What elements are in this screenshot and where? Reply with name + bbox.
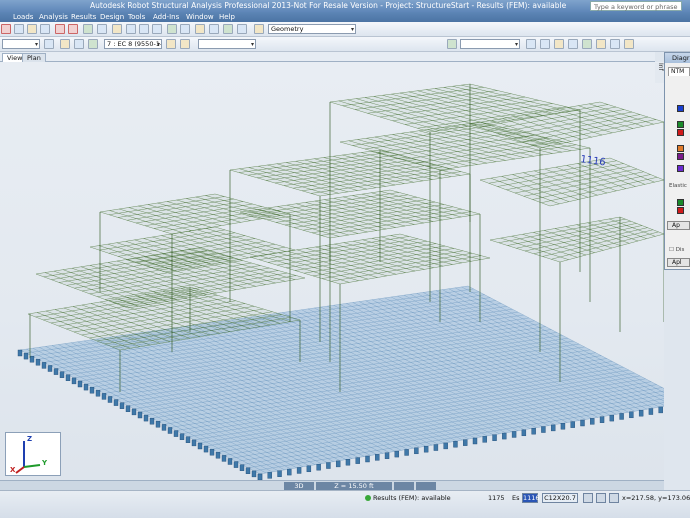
- diagram-color-swatch[interactable]: [677, 199, 684, 206]
- sync-icon[interactable]: [540, 39, 550, 49]
- diagrams-dialog-title: Diagrams: [665, 53, 690, 63]
- toolbar-secondary: ▾ 7 : EC 8 (9550-1-2007▾ ▾ ▾: [0, 37, 690, 52]
- view-status-strip: 3D Z = 15.50 ft: [0, 480, 664, 490]
- level-next-button[interactable]: [416, 482, 436, 490]
- structure-icon[interactable]: [223, 24, 233, 34]
- node-count: 1175: [488, 494, 505, 502]
- diagram-color-swatch[interactable]: [677, 153, 684, 160]
- grid-icon[interactable]: [447, 39, 457, 49]
- tab-ntm[interactable]: NTM: [668, 67, 690, 76]
- diagram-color-swatch[interactable]: [677, 145, 684, 152]
- results-status: Results (FEM): available: [365, 494, 451, 503]
- view-tabs: View Plan: [0, 52, 655, 62]
- diagram-color-swatch[interactable]: [677, 129, 684, 136]
- list-icon[interactable]: [568, 39, 578, 49]
- help-icon[interactable]: [237, 24, 247, 34]
- zoom-icon[interactable]: [126, 24, 136, 34]
- view-3d-icon[interactable]: [180, 24, 190, 34]
- disable-checkbox-row[interactable]: ☐ Dis: [669, 247, 684, 253]
- apply-all-button[interactable]: Apl: [667, 258, 690, 267]
- select-icon[interactable]: [195, 24, 205, 34]
- filter-icon[interactable]: [209, 24, 219, 34]
- search-input[interactable]: Type a keyword or phrase: [590, 1, 682, 11]
- chart-icon[interactable]: [610, 39, 620, 49]
- menu-bar: Loads Analysis Results Design Tools Add-…: [0, 12, 690, 22]
- units-icon[interactable]: [583, 493, 593, 503]
- snap-icon[interactable]: [609, 493, 619, 503]
- calc-icon[interactable]: [83, 24, 93, 34]
- menu-loads[interactable]: Loads: [13, 12, 33, 22]
- mode-combo[interactable]: ▾: [198, 39, 256, 49]
- structure-model[interactable]: 1116: [0, 62, 664, 480]
- menu-analysis[interactable]: Analysis: [39, 12, 68, 22]
- title-bar: Autodesk Robot Structural Analysis Profe…: [0, 0, 690, 12]
- layout-icon[interactable]: [254, 24, 264, 34]
- menu-design[interactable]: Design: [100, 12, 124, 22]
- tab-plan[interactable]: Plan: [22, 53, 46, 62]
- previous-case-icon[interactable]: [166, 39, 176, 49]
- axis-x-label: X: [10, 466, 16, 474]
- axis-indicator: Z Y X: [5, 432, 61, 476]
- tools-icon[interactable]: [624, 39, 634, 49]
- diagrams-dialog: Diagrams NTM Elastic Ap ☐ Dis Apl: [664, 52, 690, 270]
- print-icon[interactable]: [97, 24, 107, 34]
- window-title: Autodesk Robot Structural Analysis Profe…: [90, 1, 567, 10]
- redo-icon[interactable]: [68, 24, 78, 34]
- axis-z-label: Z: [27, 435, 33, 443]
- toolbar-standard: Geometry ▾: [0, 22, 690, 37]
- pan-icon[interactable]: [152, 24, 162, 34]
- close-icon[interactable]: [1, 24, 11, 34]
- menu-results[interactable]: Results: [71, 12, 96, 22]
- status-bar: Results (FEM): available 1175 Es 1116 C1…: [0, 490, 690, 518]
- level-prev-button[interactable]: [394, 482, 414, 490]
- next-case-icon[interactable]: [180, 39, 190, 49]
- load-case-combo[interactable]: 7 : EC 8 (9550-1-2007▾: [104, 39, 162, 49]
- section-field[interactable]: C12X20.7: [542, 493, 578, 503]
- undo-icon[interactable]: [55, 24, 65, 34]
- report-icon[interactable]: [596, 39, 606, 49]
- diagram-color-swatch[interactable]: [677, 207, 684, 214]
- settings-icon[interactable]: [554, 39, 564, 49]
- status-field: Es: [512, 494, 520, 502]
- menu-addins[interactable]: Add-Ins: [153, 12, 179, 22]
- menu-help[interactable]: Help: [219, 12, 235, 22]
- open-icon[interactable]: [27, 24, 37, 34]
- inspector-side-tab[interactable]: Inf: [655, 63, 664, 83]
- grid-toggle-icon[interactable]: [596, 493, 606, 503]
- diagram-color-swatch[interactable]: [677, 105, 684, 112]
- rotate-icon[interactable]: [167, 24, 177, 34]
- bar-icon[interactable]: [60, 39, 70, 49]
- current-node-field[interactable]: 1116: [522, 493, 540, 503]
- level-indicator[interactable]: Z = 15.50 ft: [316, 482, 392, 490]
- diagram-color-swatch[interactable]: [677, 165, 684, 172]
- refresh-icon[interactable]: [526, 39, 536, 49]
- case-icon[interactable]: [88, 39, 98, 49]
- menu-window[interactable]: Window: [186, 12, 214, 22]
- diagram-color-swatch[interactable]: [677, 121, 684, 128]
- elastic-section-label: Elastic: [669, 183, 687, 189]
- cursor-coordinates: x=217.58, y=173.06, z=4.8: [622, 494, 690, 502]
- menu-tools[interactable]: Tools: [128, 12, 145, 22]
- view-mode-3d[interactable]: 3D: [284, 482, 314, 490]
- view-combo[interactable]: ▾: [460, 39, 520, 49]
- layout-combo[interactable]: Geometry ▾: [268, 24, 356, 34]
- table-icon[interactable]: [582, 39, 592, 49]
- node-icon[interactable]: [74, 39, 84, 49]
- disable-checkbox-label: Dis: [675, 247, 685, 253]
- status-ok-icon: [365, 495, 371, 501]
- display-icon[interactable]: [112, 24, 122, 34]
- arrow-icon[interactable]: [44, 39, 54, 49]
- zoom-window-icon[interactable]: [139, 24, 149, 34]
- structure-viewport[interactable]: 1116 Z Y X: [0, 62, 664, 480]
- selection-combo[interactable]: ▾: [2, 39, 40, 49]
- save-icon[interactable]: [40, 24, 50, 34]
- new-icon[interactable]: [14, 24, 24, 34]
- apply-button[interactable]: Ap: [667, 221, 690, 230]
- axis-y-label: Y: [42, 459, 48, 467]
